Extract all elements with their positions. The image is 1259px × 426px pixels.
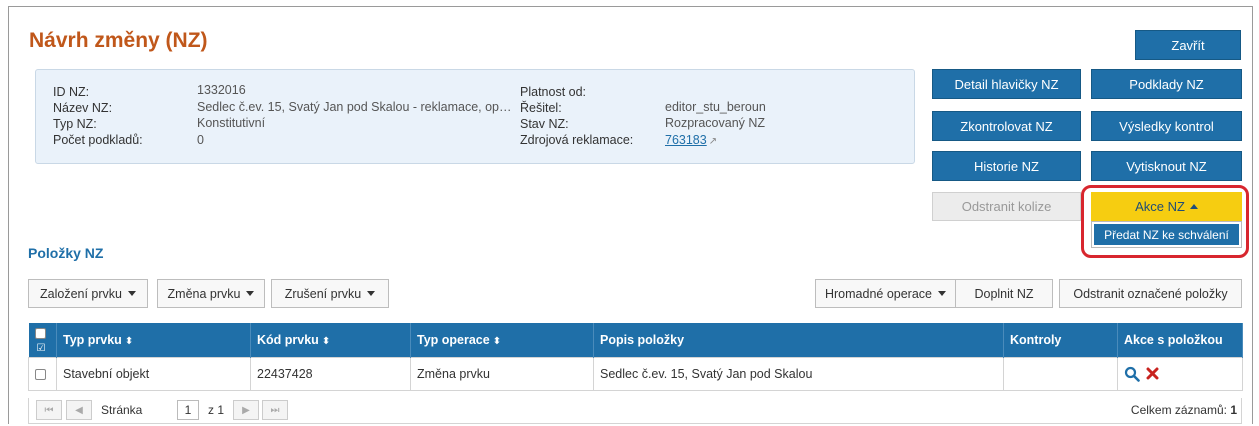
info-label-source: Zdrojová reklamace: bbox=[520, 133, 634, 147]
close-button[interactable]: Zavřít bbox=[1135, 30, 1241, 60]
print-button[interactable]: Vytisknout NZ bbox=[1091, 151, 1242, 181]
check-button[interactable]: Zkontrolovat NZ bbox=[932, 111, 1081, 141]
delete-icon[interactable] bbox=[1146, 367, 1159, 380]
cell-element-type: Stavební objekt bbox=[56, 356, 251, 391]
change-element-dropdown[interactable]: Změna prvku bbox=[157, 279, 265, 308]
sort-icon: ⬍ bbox=[492, 335, 502, 347]
source-claim-link[interactable]: 763183 bbox=[665, 133, 707, 147]
column-element-type[interactable]: Typ prvku ⬍ bbox=[56, 323, 251, 357]
create-element-label: Založení prvku bbox=[40, 286, 122, 301]
column-element-code[interactable]: Kód prvku ⬍ bbox=[250, 323, 411, 357]
column-item-actions: Akce s položkou bbox=[1117, 323, 1243, 357]
sort-icon: ⬍ bbox=[124, 335, 134, 347]
sort-icon: ⬍ bbox=[321, 335, 331, 347]
table-row: Stavební objekt 22437428 Změna prvku Sed… bbox=[28, 356, 1243, 391]
pager: ⏮ ◀ Stránka 1 z 1 ▶ ⏭ Celkem záznamů: 1 bbox=[28, 398, 1242, 424]
cell-element-code: 22437428 bbox=[250, 356, 411, 391]
info-value-solver: editor_stu_beroun bbox=[665, 100, 766, 114]
history-button[interactable]: Historie NZ bbox=[932, 151, 1081, 181]
row-select-cell bbox=[28, 356, 57, 391]
column-description: Popis položky bbox=[593, 323, 1004, 357]
info-value-id: 1332016 bbox=[197, 83, 246, 97]
table-header-row: ☑ Typ prvku ⬍ Kód prvku ⬍ Typ operace ⬍ Pop… bbox=[28, 323, 1243, 357]
nz-actions-menu: Předat NZ ke schválení bbox=[1091, 221, 1242, 248]
cancel-element-dropdown[interactable]: Zrušení prvku bbox=[271, 279, 389, 308]
cell-checks bbox=[1003, 356, 1118, 391]
header-info-panel: ID NZ: Název NZ: Typ NZ: Počet podkladů:… bbox=[35, 69, 915, 164]
check-results-button[interactable]: Výsledky kontrol bbox=[1091, 111, 1242, 141]
bulk-operations-dropdown[interactable]: Hromadné operace bbox=[815, 279, 956, 308]
info-label-count: Počet podkladů: bbox=[53, 133, 143, 147]
page-title: Návrh změny (NZ) bbox=[29, 29, 208, 52]
items-section-title: Položky NZ bbox=[28, 245, 104, 261]
select-all-header[interactable]: ☑ bbox=[28, 323, 57, 357]
bulk-operations-label: Hromadné operace bbox=[824, 286, 932, 301]
info-label-valid-from: Platnost od: bbox=[520, 85, 587, 99]
info-label-type: Typ NZ: bbox=[53, 117, 97, 131]
cell-item-actions bbox=[1117, 356, 1243, 391]
info-value-state: Rozpracovaný NZ bbox=[665, 116, 766, 130]
create-element-dropdown[interactable]: Založení prvku bbox=[28, 279, 148, 308]
last-page-icon[interactable]: ⏭ bbox=[262, 400, 288, 420]
items-table: ☑ Typ prvku ⬍ Kód prvku ⬍ Typ operace ⬍ Pop… bbox=[28, 323, 1243, 391]
cancel-element-label: Zrušení prvku bbox=[284, 286, 362, 301]
external-link-icon: ↗ bbox=[708, 136, 718, 147]
documents-button[interactable]: Podklady NZ bbox=[1091, 69, 1242, 99]
info-value-count: 0 bbox=[197, 133, 204, 147]
next-page-icon[interactable]: ▶ bbox=[233, 400, 259, 420]
cell-operation-type: Změna prvku bbox=[410, 356, 594, 391]
page-count: z 1 bbox=[208, 403, 225, 417]
page-number-input[interactable]: 1 bbox=[177, 400, 199, 420]
magnifier-icon[interactable] bbox=[1124, 366, 1140, 382]
caret-down-icon bbox=[938, 291, 946, 296]
caret-up-icon bbox=[1189, 204, 1198, 209]
row-checkbox[interactable] bbox=[35, 368, 46, 380]
source-claim-link-wrap: 763183 ↗ bbox=[665, 133, 717, 147]
check-all-icon: ☑ bbox=[36, 342, 46, 354]
info-label-id: ID NZ: bbox=[53, 85, 90, 99]
remove-selected-button[interactable]: Odstranit označené položky bbox=[1059, 279, 1242, 308]
previous-page-icon[interactable]: ◀ bbox=[66, 400, 92, 420]
info-label-name: Název NZ: bbox=[53, 101, 113, 115]
caret-down-icon bbox=[367, 291, 376, 296]
caret-down-icon bbox=[246, 291, 255, 296]
info-value-type: Konstitutivní bbox=[197, 116, 266, 130]
first-page-icon[interactable]: ⏮ bbox=[36, 400, 62, 420]
column-checks: Kontroly bbox=[1003, 323, 1118, 357]
column-operation-type[interactable]: Typ operace ⬍ bbox=[410, 323, 594, 357]
select-all-checkbox[interactable] bbox=[34, 327, 46, 339]
header-detail-button[interactable]: Detail hlavičky NZ bbox=[932, 69, 1081, 99]
info-value-name: Sedlec č.ev. 15, Svatý Jan pod Skalou - … bbox=[197, 100, 512, 114]
caret-down-icon bbox=[127, 291, 136, 296]
nz-actions-label: Akce NZ bbox=[1135, 199, 1185, 214]
info-label-solver: Řešitel: bbox=[520, 101, 562, 115]
change-element-label: Změna prvku bbox=[167, 286, 241, 301]
remove-collisions-button[interactable]: Odstranit kolize bbox=[932, 192, 1081, 221]
cell-description: Sedlec č.ev. 15, Svatý Jan pod Skalou bbox=[593, 356, 1004, 391]
page-label: Stránka bbox=[101, 403, 143, 417]
nz-actions-dropdown[interactable]: Akce NZ bbox=[1091, 192, 1242, 221]
info-label-state: Stav NZ: bbox=[520, 117, 569, 131]
submit-for-approval-item[interactable]: Předat NZ ke schválení bbox=[1094, 224, 1239, 245]
complete-nz-button[interactable]: Doplnit NZ bbox=[955, 279, 1053, 308]
total-records: Celkem záznamů: 1 bbox=[1130, 403, 1237, 417]
